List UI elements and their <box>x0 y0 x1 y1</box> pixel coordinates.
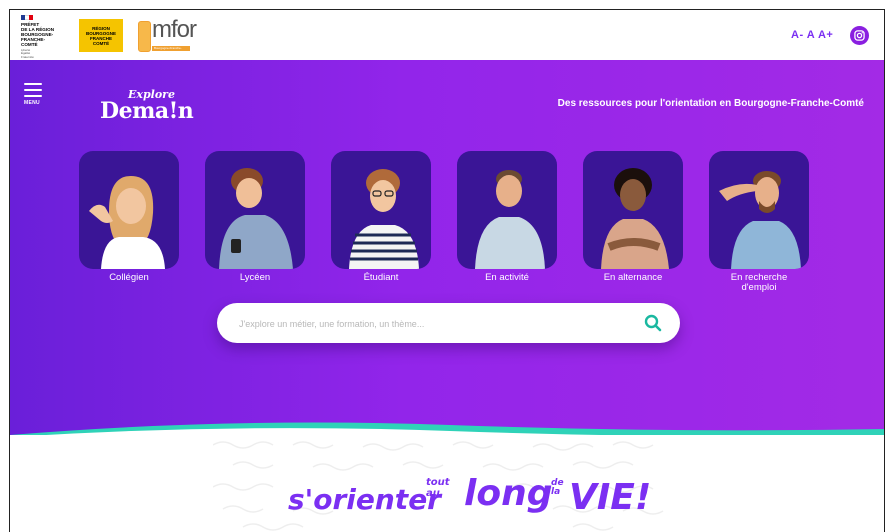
browser-viewport: PRÉFET DE LA RÉGION BOURGOGNE- FRANCHE-C… <box>9 9 885 532</box>
emfor-logo-text: mfor <box>152 16 197 43</box>
emfor-logo-sub: Bourgogne-Franche-Comté <box>152 46 190 55</box>
menu-button[interactable]: MENU <box>24 83 46 106</box>
man-portrait-icon <box>475 170 545 269</box>
profile-label: En recherche d'emploi <box>730 272 788 293</box>
hamburger-icon <box>24 83 42 85</box>
teen-boy-portrait-icon <box>219 168 293 269</box>
region-logo-text: RÉGION BOURGOGNE FRANCHE COMTÉ <box>85 25 116 46</box>
hero-section: MENU Explore Dema!n Des ressources pour … <box>10 60 884 435</box>
slogan-part2: tout au <box>426 477 450 499</box>
site-tagline: Des ressources pour l'orientation en Bou… <box>557 98 864 109</box>
student-portrait-icon <box>349 169 419 269</box>
prefet-motto: Liberté Égalité Fraternité <box>21 48 34 59</box>
top-header: PRÉFET DE LA RÉGION BOURGOGNE- FRANCHE-C… <box>10 10 884 60</box>
profile-recherche-emploi[interactable]: En recherche d'emploi <box>709 151 815 293</box>
menu-label: MENU <box>24 100 40 106</box>
profile-card <box>205 151 305 269</box>
profile-alternance[interactable]: En alternance <box>583 151 689 283</box>
profile-label: En activité <box>485 272 529 283</box>
font-size-controls[interactable]: A- A A+ <box>791 29 833 41</box>
search-input[interactable] <box>237 303 621 345</box>
emfor-logo[interactable]: mfor Bourgogne-Franche-Comté <box>138 16 197 55</box>
profile-card <box>331 151 431 269</box>
profile-card <box>457 151 557 269</box>
profile-label: Collégien <box>109 272 149 283</box>
emfor-logo-mark <box>138 21 151 52</box>
woman-portrait-icon <box>601 168 669 269</box>
profile-label: Étudiant <box>363 272 399 283</box>
prefet-logo[interactable]: PRÉFET DE LA RÉGION BOURGOGNE- FRANCHE-C… <box>21 15 61 59</box>
search-icon[interactable] <box>644 314 662 332</box>
region-logo[interactable]: RÉGION BOURGOGNE FRANCHE COMTÉ <box>79 19 123 52</box>
profile-college[interactable]: Collégien <box>79 151 185 283</box>
prefet-text: PRÉFET DE LA RÉGION BOURGOGNE- FRANCHE-C… <box>21 22 55 47</box>
profile-label: Lycéen <box>239 272 271 283</box>
brand-bottom: Dema!n <box>100 98 194 124</box>
slogan-part5: VIE! <box>569 477 652 518</box>
profile-card <box>583 151 683 269</box>
profile-lycee[interactable]: Lycéen <box>205 151 311 283</box>
slogan-part4: de la <box>551 478 564 497</box>
slogan-section: s'orienter tout au long de la VIE! <box>10 435 884 532</box>
profile-card <box>79 151 179 269</box>
slogan-part3: long <box>464 473 553 514</box>
profile-activite[interactable]: En activité <box>457 151 563 283</box>
slogan-part1: s'orienter <box>288 483 441 516</box>
french-flag-icon <box>21 15 33 20</box>
instagram-icon[interactable] <box>850 26 869 45</box>
profile-card <box>709 151 809 269</box>
girl-portrait-icon <box>89 176 165 269</box>
search-bar[interactable] <box>217 303 680 345</box>
profile-label: En alternance <box>603 272 663 283</box>
profile-etudiant[interactable]: Étudiant <box>331 151 437 283</box>
searching-man-portrait-icon <box>719 171 801 269</box>
